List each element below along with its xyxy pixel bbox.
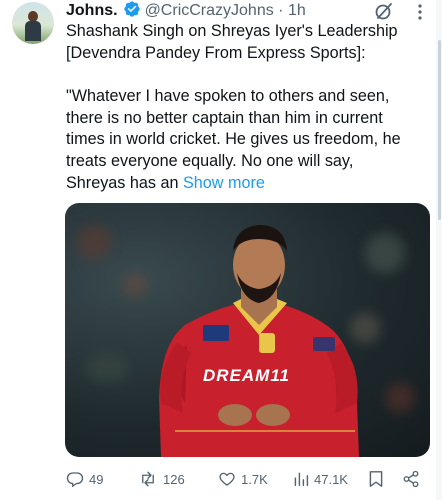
heart-icon: [219, 472, 235, 486]
bookmark-button[interactable]: [368, 468, 384, 490]
share-button[interactable]: [402, 468, 420, 490]
bookmark-icon: [369, 471, 383, 487]
views-count: 47.1K: [314, 471, 348, 487]
views-button[interactable]: 47.1K: [293, 468, 348, 490]
repost-button[interactable]: 126: [138, 468, 185, 490]
repost-count: 126: [163, 471, 185, 487]
like-button[interactable]: 1.7K: [218, 468, 268, 490]
scrollbar-thumb[interactable]: [438, 40, 441, 220]
tweet-header: Johns. @CricCrazyJohns · 1h: [66, 0, 306, 19]
reply-count: 49: [89, 471, 104, 487]
jersey-sponsor-text: DREAM11: [203, 366, 290, 385]
like-count: 1.7K: [241, 471, 268, 487]
timestamp[interactable]: 1h: [288, 2, 306, 19]
action-bar: 49 126 1.7K 47.1K: [66, 468, 421, 492]
show-more-link[interactable]: Show more: [183, 174, 265, 192]
reply-button[interactable]: 49: [66, 468, 103, 490]
tweet-text: Shashank Singh on Shreyas Iyer's Leaders…: [66, 21, 416, 194]
tweet-headline: Shashank Singh on Shreyas Iyer's Leaders…: [66, 22, 398, 62]
grok-icon[interactable]: [374, 1, 394, 21]
player-figure: [159, 225, 359, 457]
avatar[interactable]: [12, 2, 54, 44]
reply-icon: [66, 472, 84, 488]
handle[interactable]: @CricCrazyJohns: [145, 2, 274, 19]
separator: ·: [278, 2, 284, 19]
analytics-icon: [294, 472, 309, 487]
display-name[interactable]: Johns.: [66, 2, 118, 19]
repost-icon: [142, 471, 154, 487]
scrollbar[interactable]: [436, 0, 442, 500]
tweet-photo[interactable]: DREAM11: [65, 203, 430, 457]
more-options-icon[interactable]: [418, 4, 422, 20]
verified-badge-icon: [123, 1, 140, 17]
share-icon: [403, 470, 419, 488]
